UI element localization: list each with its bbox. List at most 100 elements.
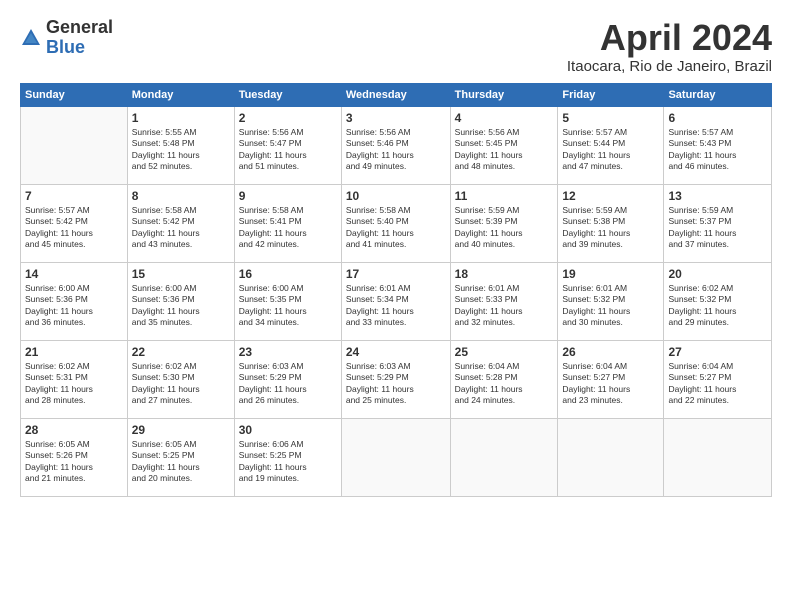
logo: General Blue: [20, 18, 113, 58]
calendar-cell: 27 Sunrise: 6:04 AMSunset: 5:27 PMDayligh…: [664, 340, 772, 418]
day-number: 1: [132, 111, 230, 125]
calendar-cell: 19 Sunrise: 6:01 AMSunset: 5:32 PMDayligh…: [558, 262, 664, 340]
day-info: Sunrise: 6:02 AMSunset: 5:32 PMDaylight:…: [668, 283, 767, 329]
calendar-cell: 5Sunrise: 5:57 AMSunset: 5:44 PMDaylight…: [558, 106, 664, 184]
day-number: 17: [346, 267, 446, 281]
day-number: 21: [25, 345, 123, 359]
day-number: 5: [562, 111, 659, 125]
day-info: Sunrise: 6:02 AMSunset: 5:31 PMDaylight:…: [25, 361, 123, 407]
calendar-cell: 28 Sunrise: 6:05 AMSunset: 5:26 PMDayligh…: [21, 418, 128, 496]
col-tuesday: Tuesday: [234, 83, 341, 106]
col-monday: Monday: [127, 83, 234, 106]
calendar-week-row-5: 28 Sunrise: 6:05 AMSunset: 5:26 PMDayligh…: [21, 418, 772, 496]
calendar-cell: 25 Sunrise: 6:04 AMSunset: 5:28 PMDayligh…: [450, 340, 558, 418]
day-number: 19: [562, 267, 659, 281]
day-info: Sunrise: 6:01 AMSunset: 5:33 PMDaylight:…: [455, 283, 554, 329]
calendar-week-row-2: 7 Sunrise: 5:57 AMSunset: 5:42 PMDaylight…: [21, 184, 772, 262]
calendar-week-row-1: 1 Sunrise: 5:55 AMSunset: 5:48 PMDaylight…: [21, 106, 772, 184]
calendar-table: Sunday Monday Tuesday Wednesday Thursday…: [20, 83, 772, 497]
day-info: Sunrise: 5:59 AMSunset: 5:38 PMDaylight:…: [562, 205, 659, 251]
calendar-cell: 11 Sunrise: 5:59 AMSunset: 5:39 PMDayligh…: [450, 184, 558, 262]
calendar-cell: 29 Sunrise: 6:05 AMSunset: 5:25 PMDayligh…: [127, 418, 234, 496]
calendar-cell: 4 Sunrise: 5:56 AMSunset: 5:45 PMDaylight…: [450, 106, 558, 184]
day-number: 13: [668, 189, 767, 203]
calendar-cell: 12 Sunrise: 5:59 AMSunset: 5:38 PMDayligh…: [558, 184, 664, 262]
col-wednesday: Wednesday: [341, 83, 450, 106]
calendar-cell: 8 Sunrise: 5:58 AMSunset: 5:42 PMDaylight…: [127, 184, 234, 262]
logo-icon: [20, 27, 42, 49]
day-info: Sunrise: 5:56 AMSunset: 5:45 PMDaylight:…: [455, 127, 554, 173]
calendar-cell: 6 Sunrise: 5:57 AMSunset: 5:43 PMDaylight…: [664, 106, 772, 184]
col-saturday: Saturday: [664, 83, 772, 106]
calendar-cell: 13 Sunrise: 5:59 AMSunset: 5:37 PMDayligh…: [664, 184, 772, 262]
day-info: Sunrise: 5:58 AMSunset: 5:40 PMDaylight:…: [346, 205, 446, 251]
calendar-cell: 22Sunrise: 6:02 AMSunset: 5:30 PMDayligh…: [127, 340, 234, 418]
calendar-cell: [21, 106, 128, 184]
day-info: Sunrise: 6:04 AMSunset: 5:27 PMDaylight:…: [668, 361, 767, 407]
day-number: 7: [25, 189, 123, 203]
day-number: 15: [132, 267, 230, 281]
day-number: 20: [668, 267, 767, 281]
day-number: 23: [239, 345, 337, 359]
calendar-cell: 30 Sunrise: 6:06 AMSunset: 5:25 PMDayligh…: [234, 418, 341, 496]
calendar-cell: 10 Sunrise: 5:58 AMSunset: 5:40 PMDayligh…: [341, 184, 450, 262]
calendar-cell: 9 Sunrise: 5:58 AMSunset: 5:41 PMDaylight…: [234, 184, 341, 262]
day-info: Sunrise: 5:58 AMSunset: 5:42 PMDaylight:…: [132, 205, 230, 251]
calendar-cell: 21 Sunrise: 6:02 AMSunset: 5:31 PMDayligh…: [21, 340, 128, 418]
day-number: 2: [239, 111, 337, 125]
day-number: 16: [239, 267, 337, 281]
day-info: Sunrise: 6:01 AMSunset: 5:32 PMDaylight:…: [562, 283, 659, 329]
calendar-cell: [341, 418, 450, 496]
day-info: Sunrise: 6:03 AMSunset: 5:29 PMDaylight:…: [239, 361, 337, 407]
day-number: 6: [668, 111, 767, 125]
day-number: 29: [132, 423, 230, 437]
day-number: 8: [132, 189, 230, 203]
calendar-cell: [450, 418, 558, 496]
day-number: 26: [562, 345, 659, 359]
day-info: Sunrise: 5:59 AMSunset: 5:39 PMDaylight:…: [455, 205, 554, 251]
day-info: Sunrise: 6:00 AMSunset: 5:36 PMDaylight:…: [132, 283, 230, 329]
calendar-cell: 24Sunrise: 6:03 AMSunset: 5:29 PMDayligh…: [341, 340, 450, 418]
calendar-cell: 14Sunrise: 6:00 AMSunset: 5:36 PMDayligh…: [21, 262, 128, 340]
calendar-header-row: Sunday Monday Tuesday Wednesday Thursday…: [21, 83, 772, 106]
day-info: Sunrise: 6:00 AMSunset: 5:35 PMDaylight:…: [239, 283, 337, 329]
calendar-cell: 16 Sunrise: 6:00 AMSunset: 5:35 PMDayligh…: [234, 262, 341, 340]
day-number: 14: [25, 267, 123, 281]
day-number: 4: [455, 111, 554, 125]
calendar-cell: 7 Sunrise: 5:57 AMSunset: 5:42 PMDaylight…: [21, 184, 128, 262]
day-info: Sunrise: 5:58 AMSunset: 5:41 PMDaylight:…: [239, 205, 337, 251]
day-info: Sunrise: 6:04 AMSunset: 5:28 PMDaylight:…: [455, 361, 554, 407]
day-number: 9: [239, 189, 337, 203]
day-info: Sunrise: 5:56 AMSunset: 5:47 PMDaylight:…: [239, 127, 337, 173]
day-number: 3: [346, 111, 446, 125]
calendar-cell: 26 Sunrise: 6:04 AMSunset: 5:27 PMDayligh…: [558, 340, 664, 418]
day-number: 27: [668, 345, 767, 359]
header: General Blue April 2024 Itaocara, Rio de…: [20, 18, 772, 75]
day-info: Sunrise: 5:56 AMSunset: 5:46 PMDaylight:…: [346, 127, 446, 173]
col-friday: Friday: [558, 83, 664, 106]
logo-blue: Blue: [46, 38, 113, 58]
day-info: Sunrise: 5:55 AMSunset: 5:48 PMDaylight:…: [132, 127, 230, 173]
calendar-cell: 3 Sunrise: 5:56 AMSunset: 5:46 PMDaylight…: [341, 106, 450, 184]
day-number: 10: [346, 189, 446, 203]
day-info: Sunrise: 6:04 AMSunset: 5:27 PMDaylight:…: [562, 361, 659, 407]
day-info: Sunrise: 5:57 AMSunset: 5:42 PMDaylight:…: [25, 205, 123, 251]
day-info: Sunrise: 6:05 AMSunset: 5:25 PMDaylight:…: [132, 439, 230, 485]
day-info: Sunrise: 6:05 AMSunset: 5:26 PMDaylight:…: [25, 439, 123, 485]
calendar-cell: 17Sunrise: 6:01 AMSunset: 5:34 PMDayligh…: [341, 262, 450, 340]
day-number: 11: [455, 189, 554, 203]
day-info: Sunrise: 5:57 AMSunset: 5:43 PMDaylight:…: [668, 127, 767, 173]
day-number: 25: [455, 345, 554, 359]
day-number: 12: [562, 189, 659, 203]
day-number: 30: [239, 423, 337, 437]
col-sunday: Sunday: [21, 83, 128, 106]
calendar-cell: [558, 418, 664, 496]
calendar-cell: 1 Sunrise: 5:55 AMSunset: 5:48 PMDaylight…: [127, 106, 234, 184]
day-info: Sunrise: 6:02 AMSunset: 5:30 PMDaylight:…: [132, 361, 230, 407]
day-number: 28: [25, 423, 123, 437]
calendar-cell: [664, 418, 772, 496]
day-info: Sunrise: 6:06 AMSunset: 5:25 PMDaylight:…: [239, 439, 337, 485]
day-info: Sunrise: 5:59 AMSunset: 5:37 PMDaylight:…: [668, 205, 767, 251]
calendar-week-row-4: 21 Sunrise: 6:02 AMSunset: 5:31 PMDayligh…: [21, 340, 772, 418]
calendar-cell: 18Sunrise: 6:01 AMSunset: 5:33 PMDayligh…: [450, 262, 558, 340]
